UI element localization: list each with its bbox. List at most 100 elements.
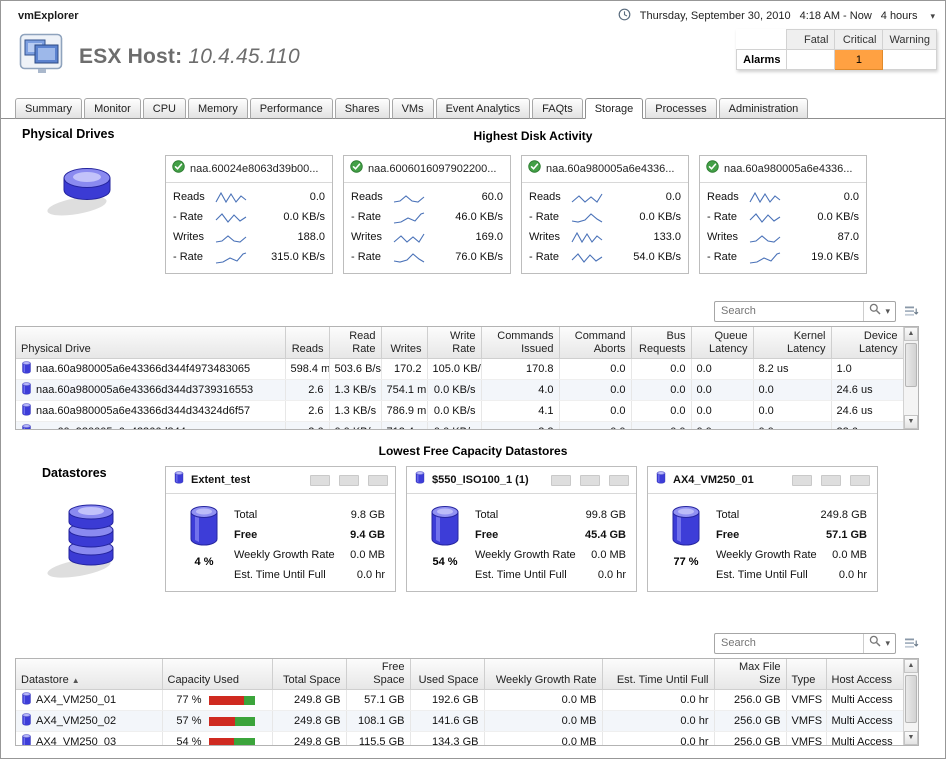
vertical-scrollbar[interactable]: ▲ ▼ bbox=[903, 659, 918, 745]
column-header-weekly-growth-rate[interactable]: Weekly Growth Rate bbox=[484, 659, 602, 690]
tab-faqts[interactable]: FAQts bbox=[532, 98, 583, 119]
column-header-free-space[interactable]: Free Space bbox=[346, 659, 410, 690]
datastore-table-row[interactable]: AX4_VM250_0354 %249.8 GB115.5 GB134.3 GB… bbox=[16, 732, 903, 746]
drive-id: naa.60a980005a6e43366d344d3739316553 bbox=[36, 384, 253, 396]
value-cell: 2.2 bbox=[481, 421, 559, 429]
scrollbar-track[interactable] bbox=[904, 673, 918, 731]
scroll-up-button[interactable]: ▲ bbox=[904, 659, 918, 673]
datastore-table-row[interactable]: AX4_VM250_0177 %249.8 GB57.1 GB192.6 GB0… bbox=[16, 690, 903, 711]
sparkline-icon bbox=[391, 230, 429, 245]
datastore-cell: AX4_VM250_02 bbox=[16, 711, 162, 732]
scroll-down-button[interactable]: ▼ bbox=[904, 415, 918, 429]
sort-asc-icon: ▲ bbox=[72, 676, 80, 685]
alarms-warning-count[interactable] bbox=[883, 50, 937, 70]
datastore-card: $550_ISO100_1 (1)54 %Total99.8 GBFree45.… bbox=[406, 466, 637, 592]
column-header-bus-requests[interactable]: Bus Requests bbox=[631, 327, 691, 358]
drive-card-body: Reads0.0- Rate0.0 KB/sWrites188.0- Rate3… bbox=[166, 183, 332, 273]
table-customizer-icon[interactable] bbox=[904, 637, 919, 650]
vertical-scrollbar[interactable]: ▲ ▼ bbox=[903, 327, 918, 429]
drive-search-box: ▾ bbox=[714, 301, 896, 322]
metric-value: 133.0 bbox=[607, 231, 681, 243]
stat-label: Free bbox=[716, 529, 739, 541]
stat-row: Est. Time Until Full0.0 hr bbox=[475, 565, 626, 585]
drive-table-row[interactable]: naa.60a980005a6e43366d344f4973483065598.… bbox=[16, 358, 903, 379]
column-header-commands-issued[interactable]: Commands Issued bbox=[481, 327, 559, 358]
table-customizer-icon[interactable] bbox=[904, 305, 919, 318]
status-ok-icon bbox=[706, 160, 719, 178]
drive-table-row[interactable]: naa.60a980005a6e43366d344d37393165532.61… bbox=[16, 379, 903, 400]
host-access-cell: Multi Access bbox=[826, 732, 903, 746]
column-header-used-space[interactable]: Used Space bbox=[410, 659, 484, 690]
search-input[interactable] bbox=[715, 637, 863, 649]
value-cell: 0.0 KB/s bbox=[427, 421, 481, 429]
clock-icon bbox=[618, 8, 631, 24]
sparkline-icon bbox=[569, 210, 607, 225]
datastore-table-row[interactable]: AX4_VM250_0257 %249.8 GB108.1 GB141.6 GB… bbox=[16, 711, 903, 732]
search-input[interactable] bbox=[715, 305, 863, 317]
column-header-device-latency[interactable]: Device Latency bbox=[831, 327, 903, 358]
alarms-critical-count[interactable]: 1 bbox=[835, 50, 883, 70]
tab-shares[interactable]: Shares bbox=[335, 98, 390, 119]
column-header-read-rate[interactable]: Read Rate bbox=[329, 327, 381, 358]
tab-monitor[interactable]: Monitor bbox=[84, 98, 141, 119]
column-header-command-aborts[interactable]: Command Aborts bbox=[559, 327, 631, 358]
value-cell: 8.2 us bbox=[753, 358, 831, 379]
datastores-side: Datastores bbox=[1, 466, 165, 592]
scrollbar-track[interactable] bbox=[904, 341, 918, 415]
alarms-summary: Fatal Critical Warning Alarms 1 bbox=[736, 29, 937, 70]
column-header-total-space[interactable]: Total Space bbox=[272, 659, 346, 690]
column-header-type[interactable]: Type bbox=[786, 659, 826, 690]
column-header-est.-time-until-full[interactable]: Est. Time Until Full bbox=[602, 659, 714, 690]
drive-table-row[interactable]: naa.60a980005a6e43366d344d34324d6f572.61… bbox=[16, 400, 903, 421]
value-cell: 0.0 bbox=[691, 379, 753, 400]
status-ok-icon bbox=[350, 160, 363, 178]
tab-vms[interactable]: VMs bbox=[392, 98, 434, 119]
search-icon bbox=[869, 302, 881, 320]
drive-name[interactable]: naa.60a980005a6e4336... bbox=[546, 163, 674, 175]
datastore-name[interactable]: Extent_test bbox=[191, 474, 250, 486]
scroll-up-button[interactable]: ▲ bbox=[904, 327, 918, 341]
column-header-datastore[interactable]: Datastore▲ bbox=[16, 659, 162, 690]
datastore-stats: Total249.8 GBFree57.1 GBWeekly Growth Ra… bbox=[710, 505, 867, 585]
column-header-capacity-used[interactable]: Capacity Used bbox=[162, 659, 272, 690]
tab-event-analytics[interactable]: Event Analytics bbox=[436, 98, 531, 119]
tab-performance[interactable]: Performance bbox=[250, 98, 333, 119]
column-header-max-file-size[interactable]: Max File Size bbox=[714, 659, 786, 690]
tab-summary[interactable]: Summary bbox=[15, 98, 82, 119]
max-file-size-cell: 256.0 GB bbox=[714, 690, 786, 711]
tab-storage[interactable]: Storage bbox=[585, 98, 644, 119]
drive-table-row[interactable]: naa.60a980005a6e43366d344...2.60.0 KB/s7… bbox=[16, 421, 903, 429]
tab-memory[interactable]: Memory bbox=[188, 98, 248, 119]
total-space-cell: 249.8 GB bbox=[272, 690, 346, 711]
search-options[interactable]: ▾ bbox=[863, 634, 895, 653]
datastore-name[interactable]: AX4_VM250_01 bbox=[673, 474, 754, 486]
app-name: vmExplorer bbox=[18, 10, 79, 22]
drive-name[interactable]: naa.6006016097902200... bbox=[368, 163, 496, 175]
column-header-host-access[interactable]: Host Access bbox=[826, 659, 903, 690]
search-options[interactable]: ▾ bbox=[863, 302, 895, 321]
stat-value: 57.1 GB bbox=[826, 529, 867, 541]
free-space-cell: 115.5 GB bbox=[346, 732, 410, 746]
column-header-kernel-latency[interactable]: Kernel Latency bbox=[753, 327, 831, 358]
column-header-writes[interactable]: Writes bbox=[381, 327, 427, 358]
tab-cpu[interactable]: CPU bbox=[143, 98, 186, 119]
column-header-queue-latency[interactable]: Queue Latency bbox=[691, 327, 753, 358]
column-header-reads[interactable]: Reads bbox=[285, 327, 329, 358]
column-header-physical-drive[interactable]: Physical Drive bbox=[16, 327, 285, 358]
datastore-name[interactable]: $550_ISO100_1 (1) bbox=[432, 474, 529, 486]
drive-name[interactable]: naa.60a980005a6e4336... bbox=[724, 163, 852, 175]
scrollbar-thumb[interactable] bbox=[905, 675, 917, 723]
stat-label: Free bbox=[234, 529, 257, 541]
tab-administration[interactable]: Administration bbox=[719, 98, 809, 119]
drive-name[interactable]: naa.60024e8063d39b00... bbox=[190, 163, 318, 175]
time-range-selector[interactable]: Thursday, September 30, 2010 4:18 AM - N… bbox=[618, 8, 935, 24]
column-header-write-rate[interactable]: Write Rate bbox=[427, 327, 481, 358]
drive-card-header: naa.6006016097902200... bbox=[344, 156, 510, 183]
alarms-fatal-count[interactable] bbox=[787, 50, 835, 70]
metric-label: Writes bbox=[351, 231, 391, 243]
scroll-down-button[interactable]: ▼ bbox=[904, 731, 918, 745]
alarms-blank-cell bbox=[737, 30, 787, 50]
tab-processes[interactable]: Processes bbox=[645, 98, 716, 119]
scrollbar-thumb[interactable] bbox=[905, 343, 917, 387]
datastore-icon bbox=[21, 734, 32, 745]
